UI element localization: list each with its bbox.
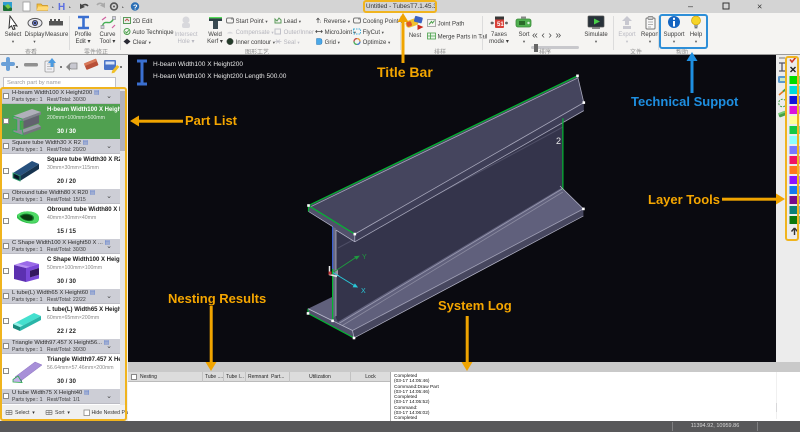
svg-text:2: 2 [556,136,561,146]
svg-text:51: 51 [497,22,504,28]
svg-text:↓: ↓ [319,19,322,24]
svg-text:X: X [361,288,366,295]
svg-text:H-beam Width100 X Height200: H-beam Width100 X Height200 [153,61,243,68]
svg-text:×: × [757,2,762,12]
svg-text:H: H [58,2,65,13]
svg-text:Y: Y [362,254,367,261]
svg-text:–: – [688,1,693,11]
svg-text:?: ? [133,3,138,12]
svg-text:H-beam Width100 X Height200 Le: H-beam Width100 X Height200 Length 500.0… [153,73,287,80]
